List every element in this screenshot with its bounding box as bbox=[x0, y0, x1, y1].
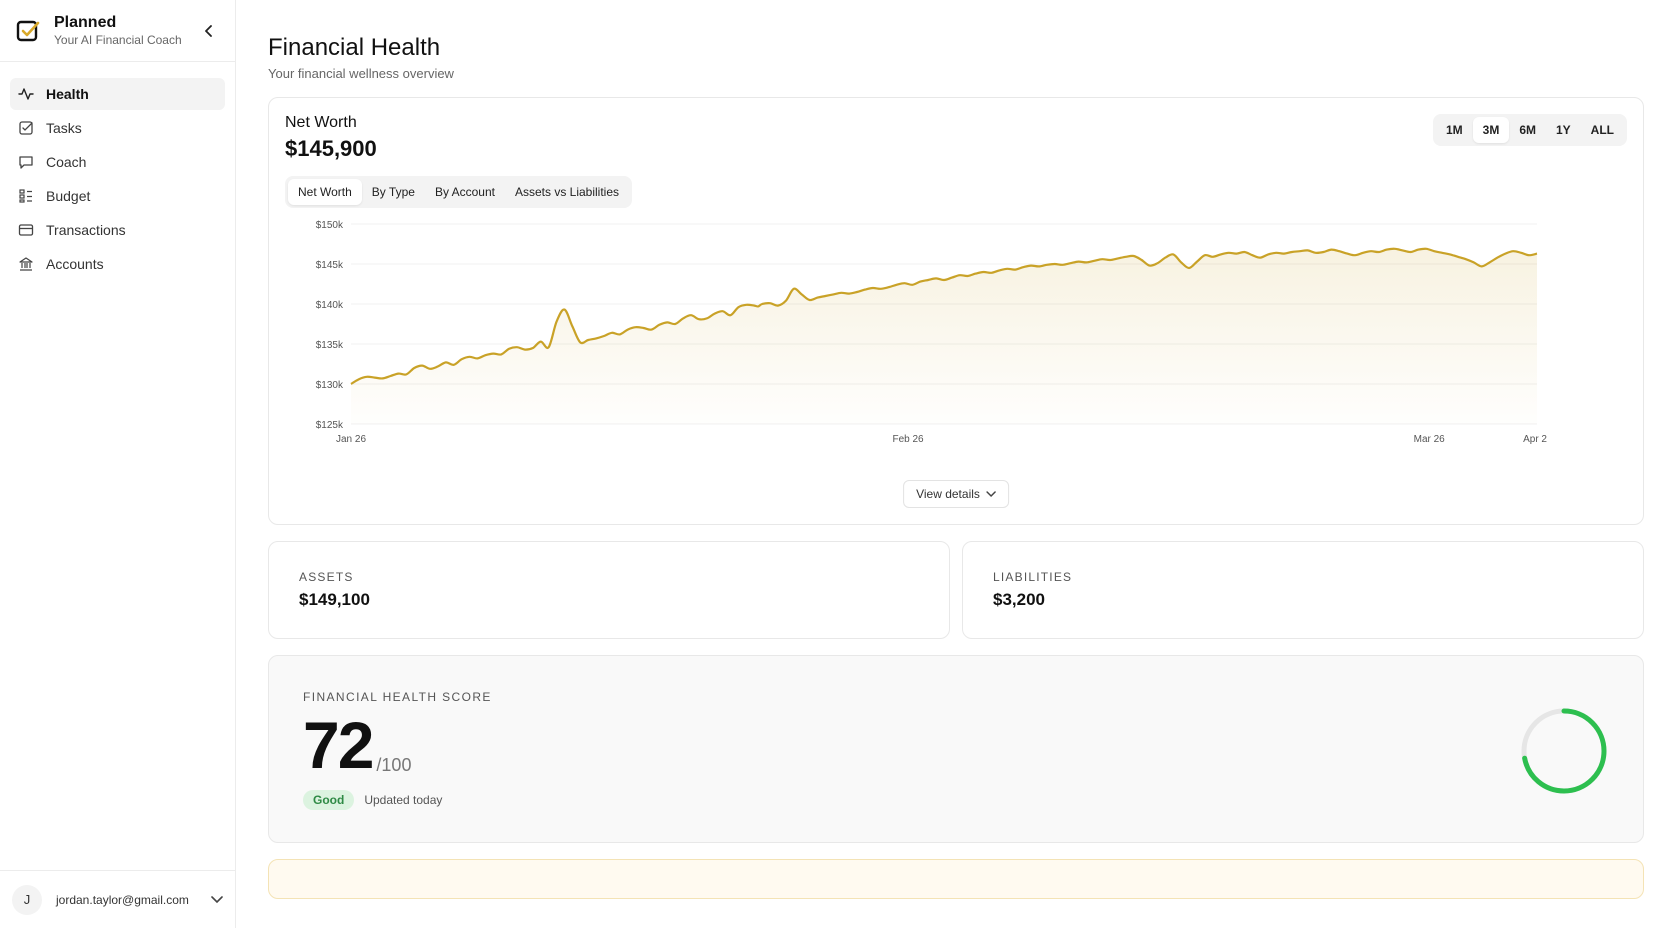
updated-text: Updated today bbox=[364, 793, 443, 807]
sidebar-item-tasks[interactable]: Tasks bbox=[10, 112, 225, 144]
liabilities-label: LIABILITIES bbox=[993, 570, 1073, 584]
brand-header: Planned Your AI Financial Coach bbox=[0, 0, 235, 62]
sidebar-item-label: Tasks bbox=[46, 120, 82, 136]
sidebar-item-coach[interactable]: Coach bbox=[10, 146, 225, 178]
y-tick-label: $125k bbox=[316, 420, 344, 431]
view-details-button[interactable]: View details bbox=[903, 480, 1009, 508]
health-score-card: FINANCIAL HEALTH SCORE 72 /100 Good Upda… bbox=[268, 655, 1644, 843]
alert-card bbox=[268, 859, 1644, 899]
x-tick-label: Mar 26 bbox=[1414, 434, 1446, 445]
net-worth-tabs: Net Worth By Type By Account Assets vs L… bbox=[285, 176, 633, 208]
net-worth-area bbox=[351, 248, 1537, 424]
x-tick-label: Feb 26 bbox=[892, 434, 924, 445]
chat-icon bbox=[19, 156, 33, 169]
tab-by-type[interactable]: By Type bbox=[362, 179, 425, 205]
planned-logo-icon bbox=[16, 20, 40, 41]
score-gauge bbox=[1521, 708, 1607, 794]
brand-name: Planned bbox=[54, 13, 117, 31]
sidebar-item-label: Budget bbox=[46, 188, 91, 204]
y-tick-label: $130k bbox=[316, 380, 344, 391]
score-label: FINANCIAL HEALTH SCORE bbox=[303, 690, 492, 704]
liabilities-card: LIABILITIES $3,200 bbox=[962, 541, 1644, 639]
status-badge: Good bbox=[303, 790, 355, 810]
range-1y-button[interactable]: 1Y bbox=[1546, 117, 1581, 143]
sidebar-item-health[interactable]: Health bbox=[10, 78, 225, 110]
sidebar-item-label: Transactions bbox=[46, 222, 126, 238]
card-icon bbox=[18, 224, 34, 236]
grid-list-icon bbox=[19, 189, 32, 203]
x-tick-label: Jan 26 bbox=[336, 434, 366, 445]
chevron-down-icon bbox=[211, 895, 223, 903]
y-tick-label: $145k bbox=[316, 260, 344, 271]
checkbox-icon bbox=[19, 121, 33, 135]
main-content: Financial Health Your financial wellness… bbox=[236, 0, 1664, 928]
view-details-label: View details bbox=[916, 487, 980, 501]
chevron-left-icon bbox=[205, 24, 212, 37]
net-worth-value: $145,900 bbox=[285, 136, 377, 161]
x-tick-label: Apr 2 bbox=[1523, 434, 1547, 445]
page-subtitle: Your financial wellness overview bbox=[268, 66, 454, 81]
net-worth-chart: $150k $145k $140k $135k $130k $125k Jan 26 Feb … bbox=[316, 220, 1547, 445]
assets-card: ASSETS $149,100 bbox=[268, 541, 950, 639]
tab-net-worth[interactable]: Net Worth bbox=[288, 179, 362, 205]
balance-row: ASSETS $149,100 LIABILITIES $3,200 bbox=[268, 541, 1644, 639]
score-value: 72 bbox=[303, 708, 374, 782]
sidebar-nav: Health Tasks Coach Budget Transactions A… bbox=[0, 62, 235, 298]
liabilities-value: $3,200 bbox=[993, 590, 1045, 609]
avatar: J bbox=[12, 884, 42, 915]
y-tick-label: $150k bbox=[316, 220, 344, 231]
bank-icon bbox=[19, 257, 33, 271]
net-worth-card: Net Worth $145,900 1M 3M 6M 1Y ALL Net W… bbox=[268, 97, 1644, 525]
range-selector: 1M 3M 6M 1Y ALL bbox=[1432, 114, 1627, 146]
range-6m-button[interactable]: 6M bbox=[1509, 117, 1546, 143]
collapse-sidebar-button[interactable] bbox=[199, 21, 219, 41]
sidebar-item-budget[interactable]: Budget bbox=[10, 180, 225, 212]
user-menu[interactable]: J jordan.taylor@gmail.com bbox=[0, 870, 235, 928]
range-all-button[interactable]: ALL bbox=[1581, 117, 1624, 143]
assets-label: ASSETS bbox=[299, 570, 354, 584]
chevron-down-icon bbox=[986, 490, 996, 497]
net-worth-label: Net Worth bbox=[285, 114, 357, 131]
sidebar-item-accounts[interactable]: Accounts bbox=[10, 248, 225, 280]
sidebar-item-label: Accounts bbox=[46, 256, 104, 272]
y-tick-label: $135k bbox=[316, 340, 344, 351]
range-3m-button[interactable]: 3M bbox=[1472, 117, 1510, 143]
y-tick-label: $140k bbox=[316, 300, 344, 311]
tab-assets-vs-liabilities[interactable]: Assets vs Liabilities bbox=[505, 179, 629, 205]
user-email: jordan.taylor@gmail.com bbox=[56, 892, 189, 907]
activity-icon bbox=[18, 88, 34, 100]
sidebar-item-label: Health bbox=[46, 86, 89, 102]
brand-subtitle: Your AI Financial Coach bbox=[54, 32, 182, 47]
score-max: /100 bbox=[376, 755, 412, 775]
range-1m-button[interactable]: 1M bbox=[1436, 117, 1473, 143]
sidebar-item-label: Coach bbox=[46, 154, 87, 170]
page-title: Financial Health bbox=[268, 34, 441, 61]
tab-by-account[interactable]: By Account bbox=[425, 179, 505, 205]
sidebar: Planned Your AI Financial Coach Health T… bbox=[0, 0, 236, 928]
assets-value: $149,100 bbox=[299, 590, 370, 609]
sidebar-item-transactions[interactable]: Transactions bbox=[10, 214, 225, 246]
